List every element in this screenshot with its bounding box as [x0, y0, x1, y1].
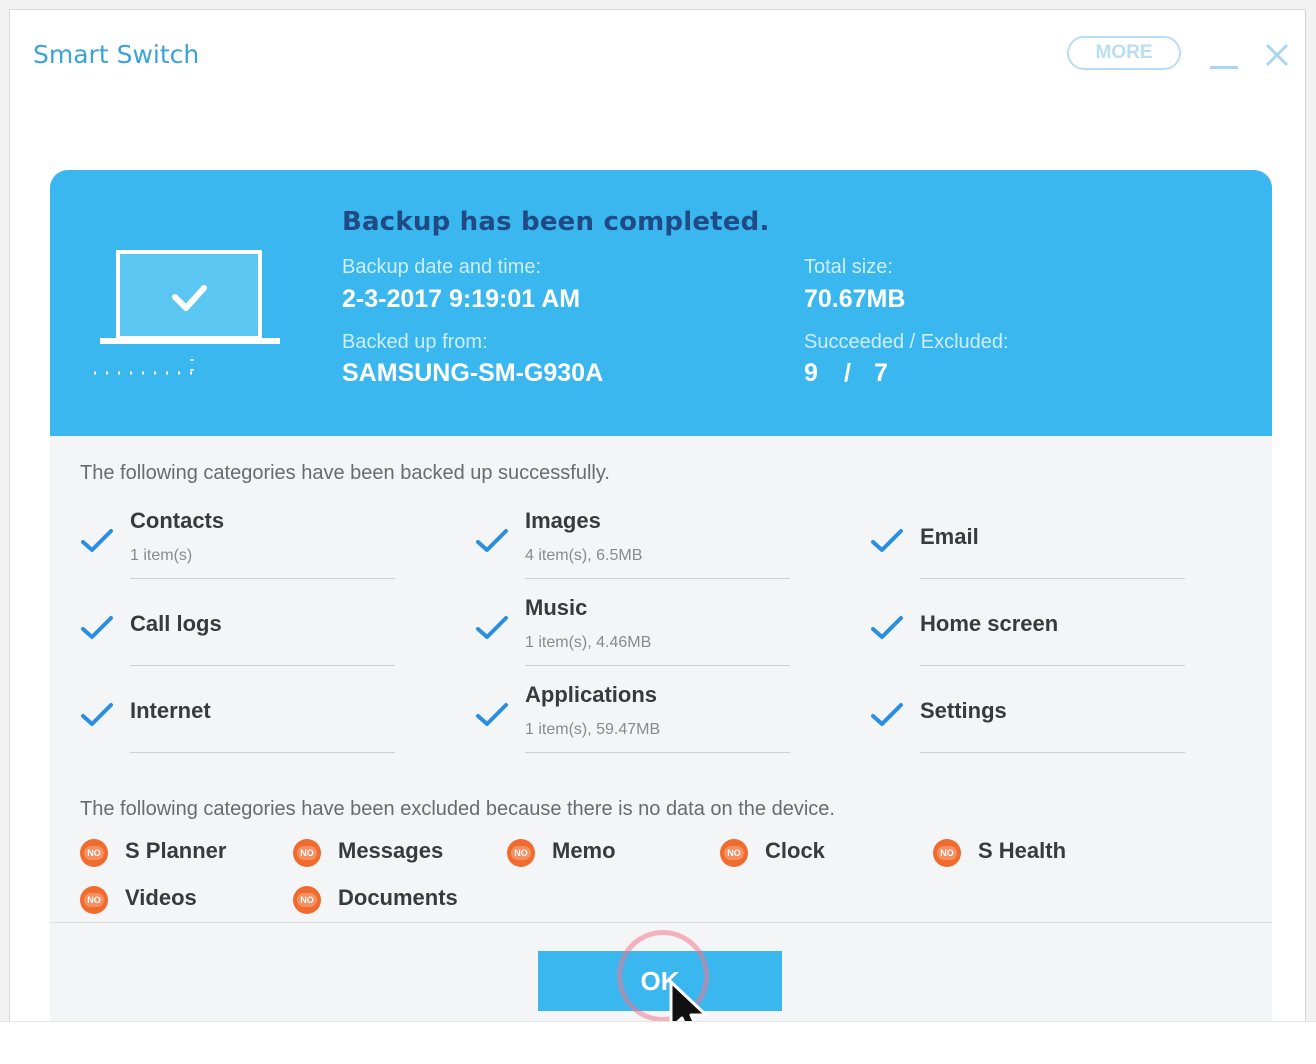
excluded-name: Memo	[552, 838, 616, 863]
category-name: Call logs	[130, 611, 222, 636]
succeeded-excluded-label: Succeeded / Excluded:	[804, 331, 1009, 353]
smart-switch-window: Smart Switch MORE Backup has been comple…	[9, 9, 1306, 1063]
category-internet: Internet	[80, 680, 395, 754]
category-meta: 4 item(s), 6.5MB	[525, 547, 643, 564]
check-icon	[871, 529, 903, 552]
category-email: Email	[870, 506, 1185, 580]
minimize-icon[interactable]	[1209, 40, 1239, 70]
category-name: Home screen	[920, 611, 1059, 636]
check-icon	[81, 529, 113, 552]
category-meta: 1 item(s), 59.47MB	[525, 721, 661, 738]
completion-banner: Backup has been completed. Backup date a…	[50, 170, 1272, 436]
category-name: Settings	[920, 698, 1007, 723]
backed-up-from-value: SAMSUNG-SM-G930A	[342, 359, 604, 387]
divider	[525, 578, 790, 579]
category-meta: 1 item(s)	[130, 547, 193, 564]
category-settings: Settings	[870, 680, 1185, 754]
check-icon	[476, 529, 508, 552]
no-data-icon: NO	[80, 839, 108, 867]
category-name: Email	[920, 524, 979, 549]
app-title: Smart Switch	[33, 40, 200, 69]
check-icon	[476, 703, 508, 726]
category-contacts: Contacts 1 item(s)	[80, 506, 395, 580]
excluded-count: 7	[874, 359, 888, 387]
divider	[130, 578, 395, 579]
excluded-section-label: The following categories have been exclu…	[80, 798, 835, 820]
no-data-icon: NO	[293, 886, 321, 914]
divider	[525, 752, 790, 753]
check-icon	[81, 616, 113, 639]
excluded-name: S Health	[978, 838, 1067, 863]
total-size-label: Total size:	[804, 256, 893, 278]
category-name: Internet	[130, 698, 211, 723]
no-data-icon: NO	[293, 839, 321, 867]
divider	[525, 665, 790, 666]
close-icon[interactable]	[1262, 40, 1292, 70]
check-icon	[81, 703, 113, 726]
no-data-icon: NO	[80, 886, 108, 914]
category-home-screen: Home screen	[870, 593, 1185, 667]
divider	[920, 578, 1185, 579]
category-call-logs: Call logs	[80, 593, 395, 667]
category-name: Contacts	[130, 508, 225, 533]
backup-date-label: Backup date and time:	[342, 256, 542, 278]
category-name: Applications	[525, 682, 658, 707]
category-music: Music 1 item(s), 4.46MB	[475, 593, 790, 667]
category-meta: 1 item(s), 4.46MB	[525, 634, 652, 651]
more-button[interactable]: MORE	[1067, 36, 1181, 70]
excluded-name: Videos	[125, 885, 197, 910]
backup-result-panel: Backup has been completed. Backup date a…	[50, 170, 1272, 1050]
excluded-name: Clock	[765, 838, 825, 863]
excluded-name: Documents	[338, 885, 458, 910]
check-icon	[871, 703, 903, 726]
category-applications: Applications 1 item(s), 59.47MB	[475, 680, 790, 754]
no-data-icon: NO	[507, 839, 535, 867]
category-name: Images	[525, 508, 601, 533]
laptop-check-icon	[94, 250, 280, 375]
no-data-icon: NO	[720, 839, 748, 867]
footer-divider	[50, 922, 1272, 923]
total-size-value: 70.67MB	[804, 285, 906, 313]
divider	[920, 752, 1185, 753]
excluded-name: Messages	[338, 838, 444, 863]
check-icon	[476, 616, 508, 639]
succeeded-count: 9	[804, 359, 818, 387]
backup-date-value: 2-3-2017 9:19:01 AM	[342, 285, 581, 313]
category-images: Images 4 item(s), 6.5MB	[475, 506, 790, 580]
category-name: Music	[525, 595, 588, 620]
excluded-name: S Planner	[125, 838, 227, 863]
divider	[130, 752, 395, 753]
backed-up-from-label: Backed up from:	[342, 331, 488, 353]
banner-title: Backup has been completed.	[342, 207, 770, 237]
result-separator: /	[844, 359, 851, 387]
divider	[130, 665, 395, 666]
backed-up-section-label: The following categories have been backe…	[80, 462, 610, 484]
check-icon	[871, 616, 903, 639]
bottom-strip	[0, 1021, 1316, 1064]
divider	[920, 665, 1185, 666]
no-data-icon: NO	[933, 839, 961, 867]
